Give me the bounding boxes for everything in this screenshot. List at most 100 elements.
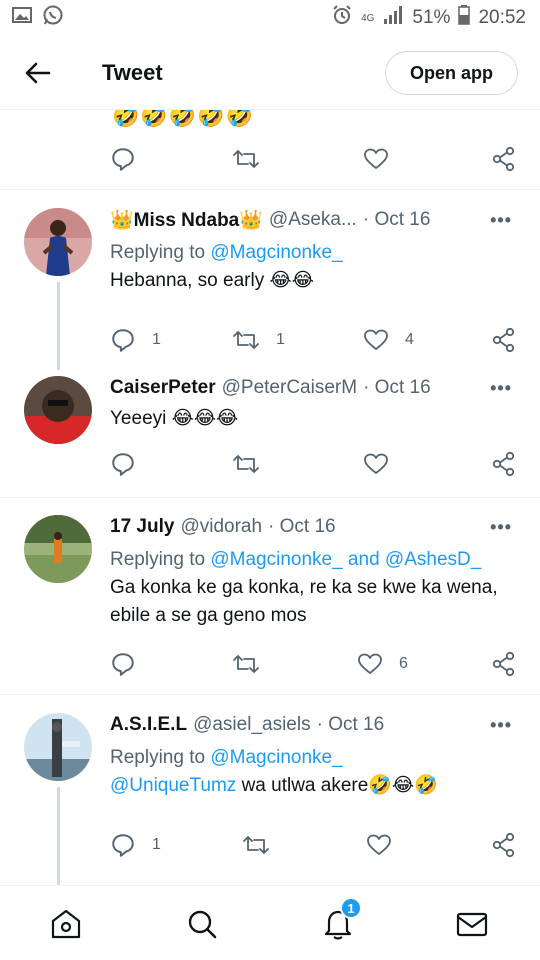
avatar[interactable] — [24, 713, 92, 781]
reply-icon — [112, 148, 134, 171]
tweet-header: CaiserPeter @PeterCaiserM · Oct 16 — [110, 375, 510, 401]
retweet-button[interactable] — [242, 825, 270, 865]
reply-button[interactable] — [110, 139, 136, 179]
reply-button[interactable]: 1 — [110, 320, 161, 360]
reply-button[interactable] — [110, 644, 136, 684]
replying-to-label: Replying to — [110, 242, 211, 263]
retweet-button[interactable] — [232, 444, 260, 484]
more-options-button[interactable]: ••• — [490, 517, 512, 538]
tweet-date[interactable]: · Oct 16 — [317, 714, 385, 736]
clock: 20:52 — [478, 7, 526, 28]
avatar[interactable] — [24, 376, 92, 444]
page-title: Tweet — [102, 59, 163, 85]
reply-button[interactable]: 1 — [110, 825, 161, 865]
like-button[interactable]: 4 — [363, 320, 414, 360]
user-handle[interactable]: @vidorah — [180, 516, 262, 538]
nav-search[interactable] — [182, 904, 222, 944]
user-handle[interactable]: @Aseka... — [269, 209, 357, 231]
reply-count: 1 — [152, 836, 161, 853]
replying-to-joiner: and — [342, 549, 385, 570]
reply-icon — [112, 329, 134, 352]
tweet-actions: 6 — [0, 644, 540, 684]
gallery-notification-icon — [12, 6, 32, 30]
tweet-header: 17 July @vidorah · Oct 16 — [110, 514, 510, 540]
home-icon — [51, 909, 81, 939]
tweet[interactable]: 👑Miss Ndaba👑 @Aseka... · Oct 16 Replying… — [0, 190, 540, 370]
tweet-text: Yeeeyi 😂😂😂 — [110, 408, 239, 429]
nav-messages[interactable] — [452, 904, 492, 944]
mention-link[interactable]: @Magcinonke_ — [210, 549, 342, 570]
tweet[interactable]: A.S.I.E.L @asiel_asiels · Oct 16 Replyin… — [0, 695, 540, 885]
display-name[interactable]: CaiserPeter — [110, 377, 216, 399]
network-type: 4G — [361, 12, 375, 24]
like-count: 4 — [405, 331, 414, 348]
nav-notifications[interactable]: 1 — [318, 897, 362, 944]
avatar[interactable] — [24, 208, 92, 276]
tweet-date[interactable]: · Oct 16 — [363, 377, 431, 399]
share-icon — [492, 327, 515, 353]
mention-link[interactable]: @AshesD_ — [385, 549, 481, 570]
tweet-date[interactable]: · Oct 16 — [268, 516, 336, 538]
tweet-header: 👑Miss Ndaba👑 @Aseka... · Oct 16 — [110, 207, 510, 233]
replying-to: Replying to @Magcinonke_ — [110, 239, 510, 267]
share-button[interactable] — [491, 444, 517, 484]
tweet-body: A.S.I.E.L @asiel_asiels · Oct 16 Replyin… — [110, 712, 510, 800]
share-button[interactable] — [491, 825, 517, 865]
heart-icon — [364, 148, 388, 169]
battery-percent: 51% — [412, 7, 451, 28]
open-app-button[interactable]: Open app — [384, 51, 518, 95]
retweet-icon — [233, 150, 259, 168]
search-icon — [188, 910, 217, 939]
replying-to-label: Replying to — [110, 747, 211, 768]
heart-icon — [358, 653, 382, 674]
display-name[interactable]: A.S.I.E.L — [110, 714, 187, 736]
tweet-actions: 1 — [0, 825, 540, 865]
reply-icon — [112, 653, 134, 676]
retweet-button[interactable] — [232, 644, 260, 684]
share-button[interactable] — [491, 320, 517, 360]
like-button[interactable] — [366, 825, 392, 865]
user-handle[interactable]: @asiel_asiels — [193, 714, 311, 736]
tweet-text-rest: wa utlwa akere🤣😂🤣 — [236, 775, 438, 796]
replying-to: Replying to @Magcinonke_ and @AshesD_ — [110, 546, 510, 574]
replying-to-label: Replying to — [110, 549, 211, 570]
tweet-text: @UniqueTumz wa utlwa akere🤣😂🤣 — [110, 772, 510, 800]
like-button[interactable]: 6 — [357, 644, 408, 684]
avatar[interactable] — [24, 515, 92, 583]
tweet-date[interactable]: · Oct 16 — [363, 209, 431, 231]
mail-icon — [456, 912, 488, 937]
retweet-icon — [233, 455, 259, 473]
mention-link[interactable]: @Magcinonke_ — [210, 747, 342, 768]
alarm-icon — [331, 4, 353, 32]
like-button[interactable] — [363, 444, 389, 484]
nav-home[interactable] — [46, 904, 86, 944]
more-options-button[interactable]: ••• — [490, 378, 512, 399]
heart-icon — [367, 834, 391, 855]
display-name[interactable]: 👑Miss Ndaba👑 — [110, 208, 263, 232]
share-button[interactable] — [491, 139, 517, 179]
like-count: 6 — [399, 655, 408, 672]
heart-icon — [364, 453, 388, 474]
share-icon — [492, 146, 515, 172]
user-handle[interactable]: @PeterCaiserM — [222, 377, 357, 399]
more-options-button[interactable]: ••• — [490, 210, 512, 231]
display-name[interactable]: 17 July — [110, 516, 174, 538]
reply-icon — [112, 453, 134, 476]
mention-link[interactable]: @Magcinonke_ — [210, 242, 342, 263]
back-button[interactable] — [18, 53, 58, 93]
retweet-button[interactable]: 1 — [232, 320, 285, 360]
tweet-text: Ga konka ke ga konka, re ka se kwe ka we… — [110, 577, 498, 626]
reply-icon — [112, 834, 134, 857]
arrow-left-icon — [25, 62, 51, 83]
tweet[interactable]: CaiserPeter @PeterCaiserM · Oct 16 Yeeey… — [0, 370, 540, 498]
reply-button[interactable] — [110, 444, 136, 484]
mention-link[interactable]: @UniqueTumz — [110, 775, 236, 796]
tweet[interactable]: 17 July @vidorah · Oct 16 Replying to @M… — [0, 498, 540, 694]
retweet-button[interactable] — [232, 139, 260, 179]
share-button[interactable] — [491, 644, 517, 684]
more-options-button[interactable]: ••• — [490, 715, 512, 736]
like-button[interactable] — [363, 139, 389, 179]
retweet-icon — [233, 331, 259, 349]
whatsapp-notification-icon — [42, 4, 64, 32]
tweet-feed[interactable]: 🤣🤣🤣🤣🤣 👑Miss Ndaba👑 @Aseka... · Oct 16 Re… — [0, 110, 540, 885]
